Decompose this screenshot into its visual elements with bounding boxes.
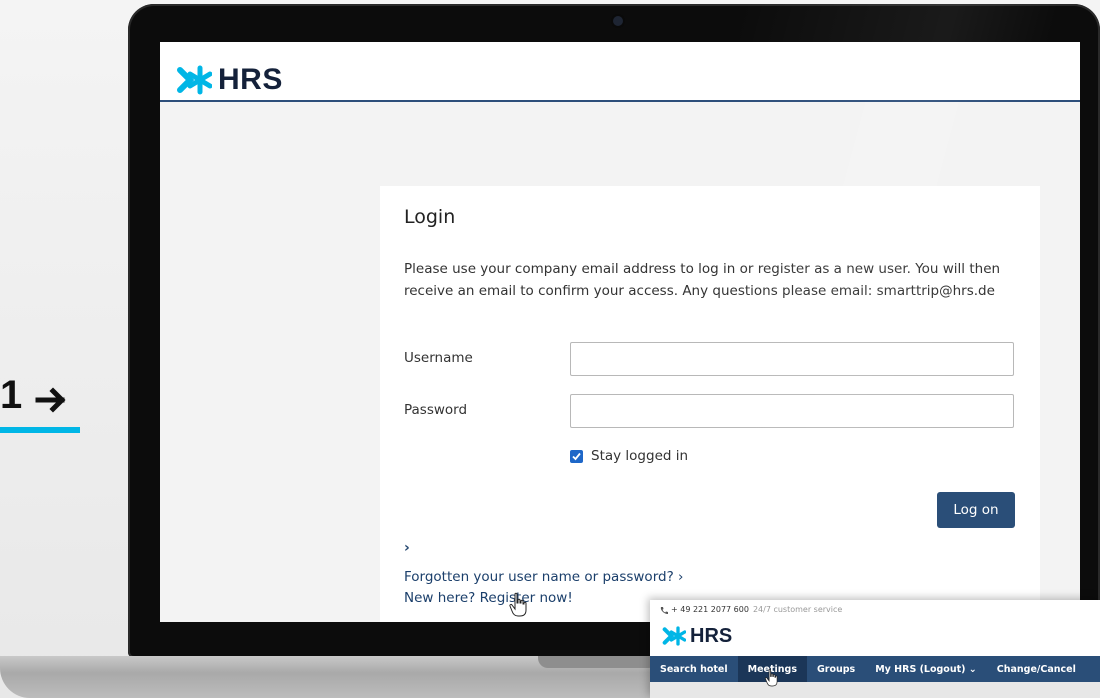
password-label: Password (404, 402, 468, 418)
hrs-logo-icon (177, 65, 212, 95)
site-header: HRS (160, 42, 1080, 102)
hrs-logo[interactable]: HRS (176, 62, 283, 98)
register-link[interactable]: New here? Register now! (404, 590, 573, 606)
laptop-screen: HRS Login Please use your company email … (160, 42, 1080, 622)
username-input[interactable] (570, 342, 1014, 376)
phone-note: 24/7 customer service (752, 605, 843, 614)
hand-cursor-icon (765, 669, 778, 687)
username-label: Username (404, 350, 473, 366)
login-title: Login (404, 206, 456, 228)
laptop-notch (538, 656, 658, 668)
chevron-right-icon[interactable]: › (404, 540, 410, 556)
sub-content-strip (650, 682, 1100, 698)
login-card: Login Please use your company email addr… (380, 186, 1040, 622)
nav-groups[interactable]: Groups (807, 656, 865, 682)
main-nav: Search hotel Meetings Groups My HRS (Log… (650, 656, 1100, 682)
arrow-right-icon (35, 387, 66, 413)
hrs-logo-icon (662, 626, 686, 646)
forgot-credentials-link[interactable]: Forgotten your user name or password? › (404, 569, 683, 585)
log-on-button[interactable]: Log on (937, 492, 1015, 528)
stay-logged-in-label: Stay logged in (591, 448, 689, 464)
login-intro-text: Please use your company email address to… (404, 261, 1001, 299)
nav-search-hotel[interactable]: Search hotel (650, 656, 738, 682)
nav-my-hrs[interactable]: My HRS (Logout) ⌄ (865, 656, 987, 682)
nav-change-cancel[interactable]: Change/Cancel (987, 656, 1086, 682)
step-marker: 1 (0, 372, 80, 434)
step-number: 1 (0, 373, 23, 417)
sub-brand-name: HRS (690, 624, 733, 647)
camera (613, 16, 623, 26)
next-step-screenshot: + 49 221 2077 600 24/7 customer service … (650, 600, 1100, 698)
stay-logged-in-checkbox[interactable] (570, 449, 583, 463)
phone-number: + 49 221 2077 600 (671, 605, 749, 614)
hand-cursor-icon (509, 592, 527, 617)
checkmark-icon (572, 452, 581, 460)
phone-bar: + 49 221 2077 600 24/7 customer service (660, 605, 842, 614)
sub-hrs-logo: HRS (662, 624, 732, 648)
password-input[interactable] (570, 394, 1014, 428)
phone-icon (660, 606, 668, 614)
brand-name: HRS (218, 63, 283, 96)
stay-logged-in-option[interactable]: Stay logged in (570, 448, 688, 464)
step-underline (0, 427, 80, 433)
